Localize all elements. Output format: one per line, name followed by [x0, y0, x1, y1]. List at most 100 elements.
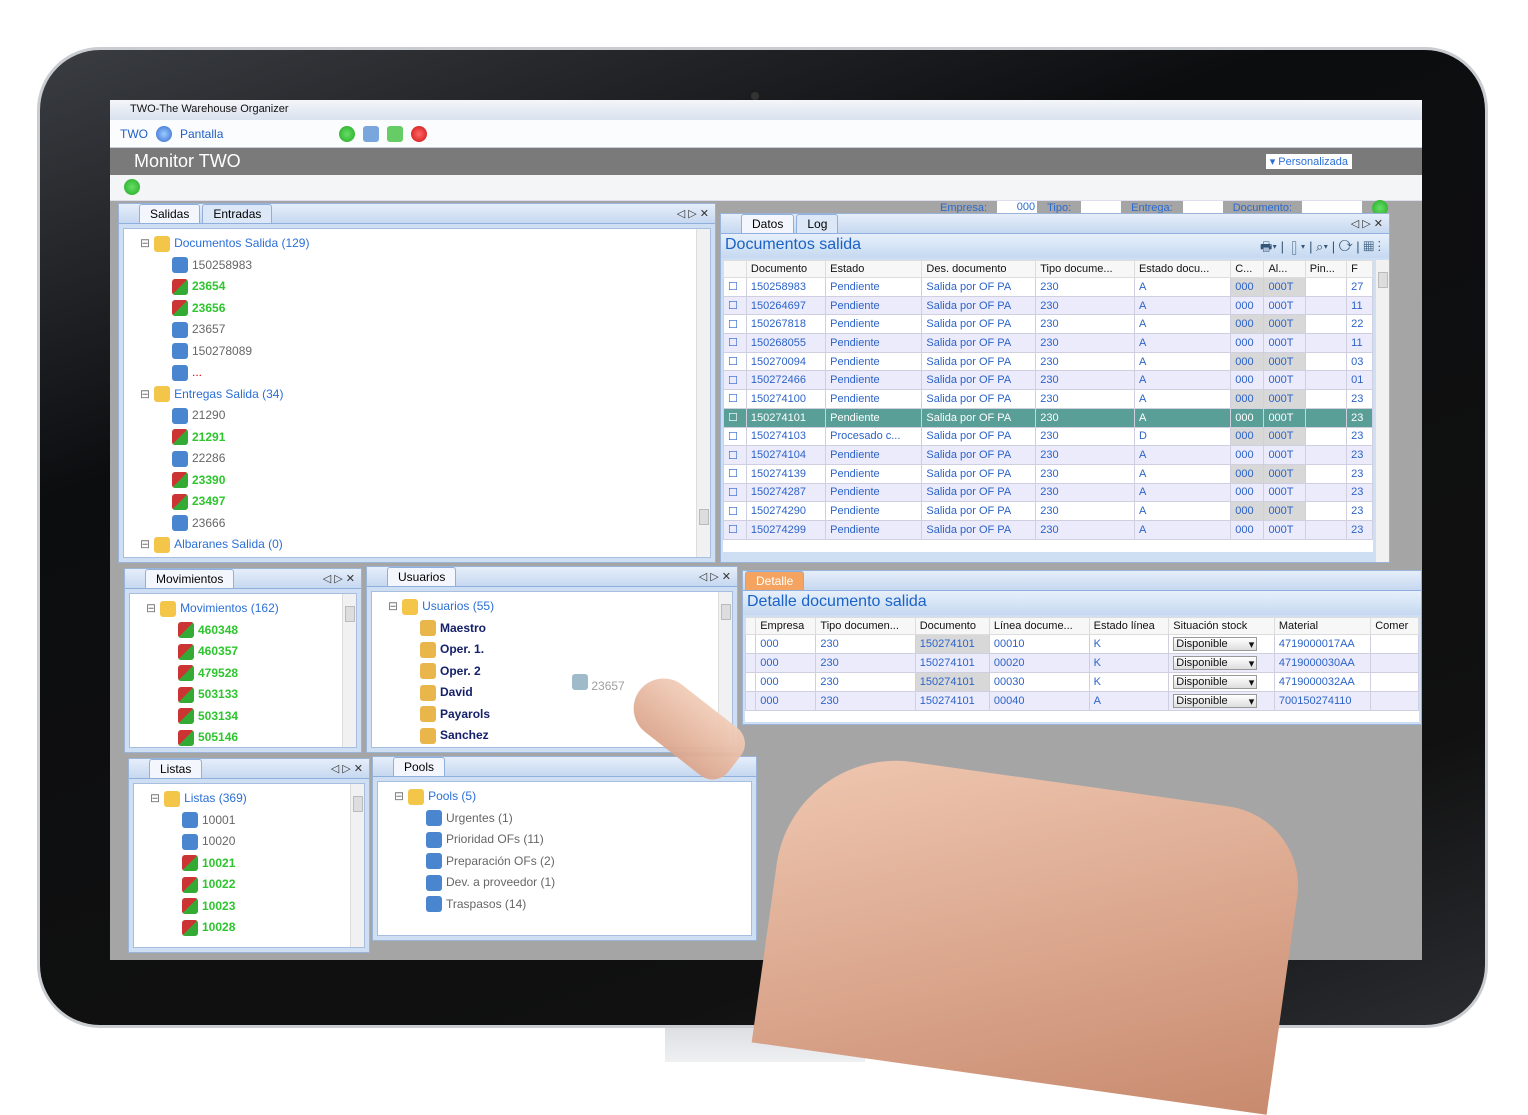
table-cell[interactable]: 000T [1263, 370, 1306, 391]
column-header[interactable]: Documento [745, 260, 827, 278]
table-cell[interactable]: Pendiente [825, 351, 923, 372]
tree-node[interactable]: Preparación OFs (2) [386, 851, 743, 873]
table-cell[interactable] [1304, 501, 1348, 521]
table-cell[interactable]: 000 [1230, 463, 1265, 484]
table-cell[interactable]: 230 [1035, 426, 1135, 447]
table-cell[interactable]: 22 [1346, 314, 1373, 335]
table-cell[interactable]: 00040 [988, 691, 1090, 711]
table-cell[interactable]: 000 [1230, 426, 1265, 447]
table-cell[interactable]: 150274101 [914, 634, 990, 654]
table-cell[interactable]: 23 [1346, 445, 1373, 465]
table-cell[interactable]: 000 [1230, 519, 1265, 540]
row-selector[interactable]: ☐ [723, 445, 747, 465]
grid-toolbar[interactable]: 🖶▾ | ▯▾ | ⌕▾ | ⟳ | ▦ ⋮ [1260, 238, 1381, 260]
table-cell[interactable]: 4719000032AA [1273, 672, 1372, 692]
table-cell[interactable]: 230 [815, 691, 916, 711]
layout-selector[interactable]: ▾ Personalizada [1265, 154, 1352, 169]
table-cell[interactable]: 4719000030AA [1273, 653, 1372, 673]
table-cell[interactable]: Salida por OF PA [921, 407, 1037, 428]
table-row[interactable]: ☐ 150270094 Pendiente Salida por OF PA 230 A 0… [723, 351, 1373, 372]
row-selector[interactable]: ☐ [723, 314, 747, 335]
table-cell[interactable]: 700150274110 [1273, 691, 1372, 711]
table-cell[interactable]: A [1133, 519, 1232, 540]
tree-node[interactable]: 460348 [138, 620, 348, 642]
tree-node[interactable]: 460357 [138, 641, 348, 663]
table-cell[interactable] [1304, 333, 1348, 353]
table-cell[interactable]: Pendiente [825, 333, 923, 353]
table-cell[interactable]: 150258983 [745, 277, 827, 297]
table-cell[interactable]: 23 [1346, 501, 1373, 521]
table-cell[interactable]: 000T [1263, 407, 1306, 428]
table-cell[interactable]: A [1133, 501, 1232, 521]
table-cell[interactable]: Salida por OF PA [921, 370, 1037, 391]
table-cell[interactable]: Salida por OF PA [921, 333, 1037, 353]
column-header[interactable]: Tipo documen... [815, 617, 916, 635]
table-cell[interactable]: 150274100 [745, 389, 827, 409]
tree-node[interactable]: 479528 [138, 663, 348, 685]
tree-node[interactable]: 10022 [142, 874, 356, 896]
table-cell[interactable]: Pendiente [825, 389, 923, 409]
table-cell[interactable]: Salida por OF PA [921, 389, 1037, 409]
column-header[interactable]: Empresa [755, 617, 817, 635]
row-selector[interactable] [745, 653, 757, 673]
table-cell[interactable]: K [1088, 634, 1170, 654]
collapse-icon[interactable]: ⊟ [394, 786, 404, 808]
table-cell[interactable]: 230 [815, 653, 916, 673]
table-cell[interactable]: A [1133, 389, 1232, 409]
table-row[interactable]: ☐ 150274104 Pendiente Salida por OF PA 230 A 0… [723, 445, 1373, 465]
table-cell[interactable] [1304, 463, 1348, 484]
tree-node[interactable]: 21290 [132, 405, 702, 427]
table-cell[interactable]: 01 [1346, 370, 1373, 391]
table-cell[interactable]: 000T [1263, 519, 1306, 540]
row-selector[interactable]: ☐ [723, 389, 747, 409]
table-cell[interactable]: A [1133, 314, 1232, 335]
table-cell[interactable]: 000T [1263, 277, 1306, 297]
info-icon[interactable] [156, 125, 172, 142]
tree-node[interactable]: Maestro [380, 618, 724, 640]
tree-node[interactable]: 503134 [138, 706, 348, 728]
table-cell[interactable]: 000T [1263, 389, 1306, 409]
table-cell[interactable]: 150274103 [745, 426, 827, 447]
tree-node[interactable]: ⊟ Usuarios (55) [380, 596, 724, 618]
table-cell[interactable]: 150267818 [745, 314, 827, 335]
table-cell[interactable]: Pendiente [825, 277, 923, 297]
table-cell[interactable]: 230 [1035, 407, 1135, 428]
tab-pools[interactable]: Pools [393, 757, 446, 776]
table-cell[interactable]: 000 [1230, 277, 1265, 297]
column-header[interactable]: Línea docume... [988, 617, 1090, 635]
table-cell[interactable]: 230 [1035, 501, 1135, 521]
stock-dropdown[interactable]: Disponible [1173, 637, 1258, 651]
row-selector[interactable]: ☐ [723, 277, 747, 297]
table-cell[interactable]: 23 [1346, 389, 1373, 409]
column-header[interactable]: Material [1273, 617, 1372, 635]
tab-usuarios[interactable]: Usuarios [387, 567, 457, 586]
table-cell[interactable]: 00010 [988, 634, 1090, 654]
table-cell[interactable]: Salida por OF PA [921, 463, 1037, 484]
table-cell[interactable] [1304, 389, 1348, 409]
table-cell[interactable]: Salida por OF PA [921, 519, 1037, 540]
tree-node[interactable]: Dev. a proveedor (1) [386, 872, 743, 894]
row-selector[interactable]: ☐ [723, 426, 747, 447]
table-row[interactable]: ☐ 150274139 Pendiente Salida por OF PA 230 A 0… [723, 463, 1373, 484]
row-selector[interactable] [745, 634, 757, 654]
menu-two[interactable]: TWO [120, 127, 148, 141]
table-row[interactable]: ☐ 150274101 Pendiente Salida por OF PA 230 A 0… [723, 407, 1373, 428]
table-cell[interactable] [1304, 519, 1348, 540]
table-cell[interactable]: 000 [1230, 333, 1265, 353]
tree-node[interactable]: 505146 [138, 727, 348, 747]
table-cell[interactable]: 000T [1263, 482, 1306, 503]
table-cell[interactable]: 23 [1346, 426, 1373, 447]
tree-node[interactable]: ... [132, 362, 702, 384]
table-cell[interactable]: 000 [1230, 370, 1265, 391]
stock-dropdown[interactable]: Disponible [1173, 694, 1258, 708]
table-row[interactable]: 00023015027410100040ADisponible 700150274… [745, 691, 1419, 711]
table-cell[interactable]: 00020 [988, 653, 1090, 673]
column-header[interactable]: Estado [825, 260, 923, 278]
table-cell[interactable]: 150274139 [745, 463, 827, 484]
column-header[interactable]: Des. documento [921, 260, 1037, 278]
table-cell[interactable]: 230 [1035, 314, 1135, 335]
tree-node[interactable]: Prioridad OFs (11) [386, 829, 743, 851]
dragged-item[interactable]: 23657 [572, 674, 625, 693]
table-cell[interactable]: A [1133, 333, 1232, 353]
column-header[interactable]: Comer [1370, 617, 1419, 635]
